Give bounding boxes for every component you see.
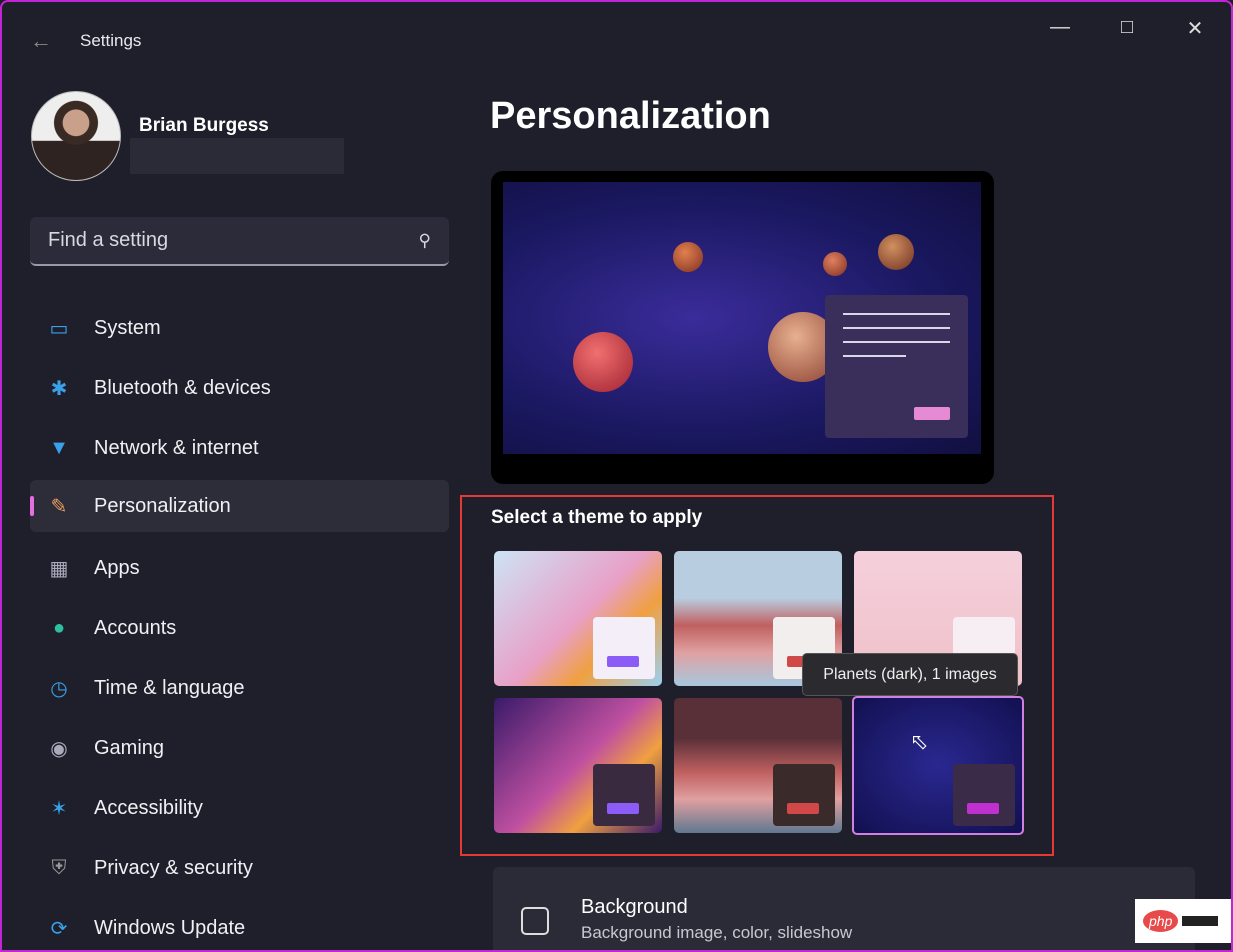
- brush-icon: ✎: [50, 495, 68, 518]
- back-arrow-icon[interactable]: ←: [30, 28, 52, 54]
- sidebar-item-apps[interactable]: ▦ Apps: [30, 542, 449, 594]
- sidebar-item-label: Network & internet: [94, 436, 259, 459]
- watermark-logo: php: [1135, 899, 1231, 943]
- settings-window: ← Settings — □ ✕ Brian Burgess Find a se…: [0, 0, 1233, 952]
- sidebar-item-bluetooth[interactable]: ✱ Bluetooth & devices: [30, 362, 449, 414]
- sidebar-item-system[interactable]: ▭ System: [30, 302, 449, 354]
- sidebar-item-label: Accessibility: [94, 796, 203, 819]
- shield-icon: ⛨: [51, 856, 67, 879]
- clock-globe-icon: ◷: [50, 677, 68, 700]
- maximize-button[interactable]: □: [1107, 16, 1147, 39]
- sidebar-item-accounts[interactable]: ● Accounts: [30, 602, 449, 654]
- search-input[interactable]: Find a setting ⚲: [30, 217, 449, 266]
- page-title: Personalization: [490, 95, 771, 137]
- wifi-icon: ▼: [49, 436, 69, 459]
- mouse-cursor-icon: ⬁: [910, 729, 929, 754]
- sidebar-item-label: System: [94, 316, 161, 339]
- accessibility-icon: ✶: [50, 797, 68, 820]
- sidebar-item-label: Apps: [94, 556, 140, 579]
- image-icon: [521, 907, 549, 935]
- background-title: Background: [581, 896, 688, 918]
- sidebar-item-network[interactable]: ▼ Network & internet: [30, 422, 449, 474]
- monitor-icon: ▭: [49, 317, 69, 340]
- theme-windows-light[interactable]: [494, 551, 662, 686]
- gamepad-icon: ◉: [50, 737, 68, 760]
- user-name: Brian Burgess: [139, 115, 269, 136]
- search-icon: ⚲: [418, 230, 431, 250]
- sidebar-item-label: Personalization: [94, 494, 231, 517]
- avatar[interactable]: [31, 91, 121, 181]
- selected-indicator: [30, 496, 34, 516]
- update-icon: ⟳: [50, 917, 68, 940]
- theme-glow-dark[interactable]: [674, 698, 842, 833]
- minimize-button[interactable]: —: [1040, 16, 1080, 39]
- bluetooth-icon: ✱: [50, 377, 68, 400]
- background-setting[interactable]: Background Background image, color, slid…: [493, 867, 1195, 950]
- sidebar-item-personalization[interactable]: ✎ Personalization: [30, 480, 449, 532]
- sidebar-item-label: Accounts: [94, 616, 177, 639]
- user-email-redacted: [130, 138, 344, 174]
- sidebar-item-privacy[interactable]: ⛨ Privacy & security: [30, 842, 449, 894]
- sidebar-item-gaming[interactable]: ◉ Gaming: [30, 722, 449, 774]
- person-icon: ●: [52, 616, 66, 639]
- sidebar-item-label: Windows Update: [94, 916, 246, 939]
- sidebar-item-label: Time & language: [94, 676, 245, 699]
- sidebar-item-label: Bluetooth & devices: [94, 376, 271, 399]
- sidebar-item-accessibility[interactable]: ✶ Accessibility: [30, 782, 449, 834]
- themes-label: Select a theme to apply: [491, 507, 703, 528]
- preview-dialog: [825, 295, 968, 438]
- sidebar-item-label: Privacy & security: [94, 856, 253, 879]
- background-subtitle: Background image, color, slideshow: [581, 923, 853, 942]
- theme-tooltip: Planets (dark), 1 images: [802, 653, 1018, 696]
- theme-planets-dark[interactable]: [852, 696, 1024, 835]
- theme-windows-dark[interactable]: [494, 698, 662, 833]
- search-placeholder: Find a setting: [48, 229, 169, 251]
- sidebar-item-time-language[interactable]: ◷ Time & language: [30, 662, 449, 714]
- apps-icon: ▦: [49, 557, 69, 580]
- window-title: Settings: [80, 31, 142, 50]
- close-button[interactable]: ✕: [1175, 16, 1215, 41]
- sidebar-item-windows-update[interactable]: ⟳ Windows Update: [30, 902, 449, 950]
- sidebar-item-label: Gaming: [94, 736, 165, 759]
